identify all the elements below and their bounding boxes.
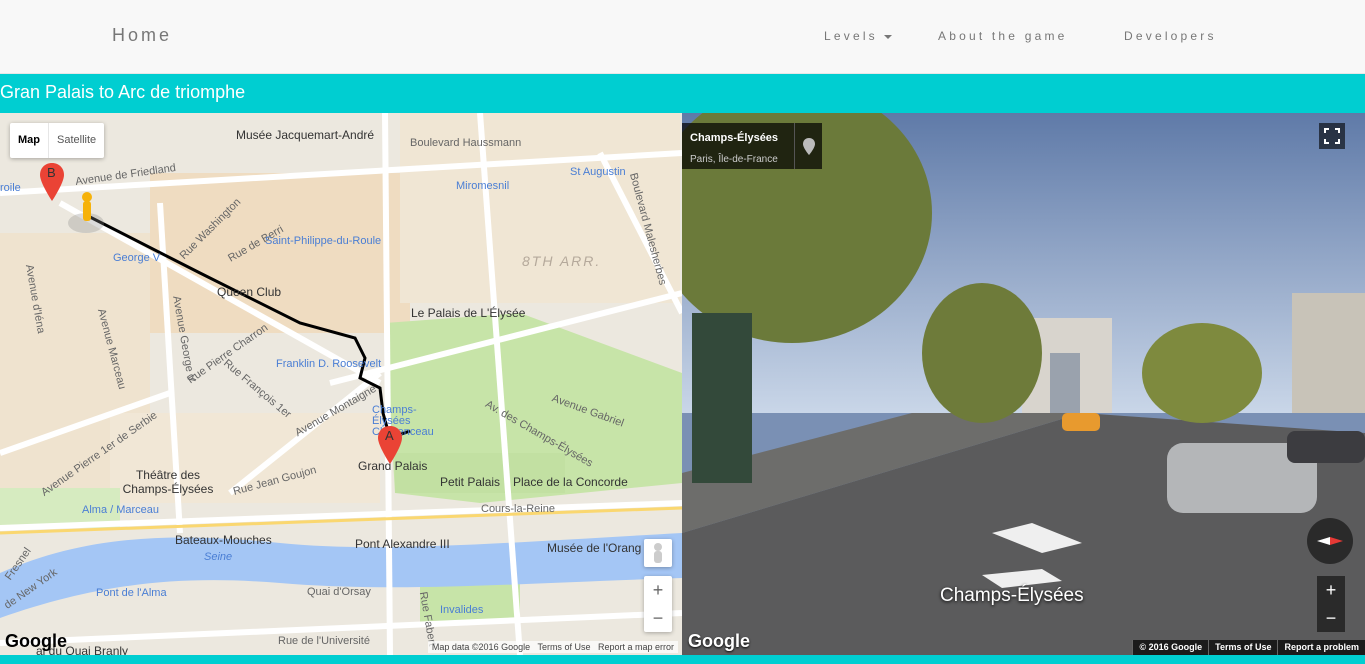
map-label: roile <box>0 182 21 194</box>
map-type-map[interactable]: Map <box>10 123 49 158</box>
pegman-control-icon <box>654 543 662 563</box>
map-label: Place de la Concorde <box>513 475 628 489</box>
map-label: Le Palais de L'Élysée <box>411 306 526 320</box>
level-title-bar: Gran Palais to Arc de triomphe <box>0 74 1365 113</box>
map-label: George V <box>113 252 161 264</box>
map-label: Théâtre des Champs-Élysées <box>122 468 214 496</box>
location-pin-icon[interactable] <box>794 123 822 169</box>
map-type-control: Map Satellite <box>10 123 105 158</box>
map-terms-link[interactable]: Terms of Use <box>537 642 590 652</box>
map-label: 8TH ARR. <box>522 253 602 269</box>
streetview-footer: © 2016 Google Terms of Use Report a prob… <box>1132 640 1365 655</box>
map-label: Invalides <box>440 604 484 616</box>
map-report-link[interactable]: Report a map error <box>598 642 674 652</box>
compass-icon[interactable] <box>1307 518 1353 564</box>
map-canvas <box>0 113 682 655</box>
google-logo: Google <box>5 631 67 651</box>
streetview-copyright: © 2016 Google <box>1132 640 1208 655</box>
map-label: Queen Club <box>217 285 282 299</box>
map-label: Seine <box>204 551 233 563</box>
streetview-place: Champs-Élysées <box>690 132 779 144</box>
streetview-panel[interactable]: Champs-Élysées Paris, Île-de-France Cham… <box>682 113 1365 655</box>
streetview-address-card: Champs-Élysées Paris, Île-de-France <box>682 123 822 169</box>
map-label: Quai d'Orsay <box>307 586 371 598</box>
map-type-satellite[interactable]: Satellite <box>49 123 104 158</box>
about-link[interactable]: About the game <box>938 29 1068 43</box>
map-label: Rue de l'Université <box>278 635 370 647</box>
map-label: Miromesnil <box>456 180 510 192</box>
map-label: Saint-Philippe-du-Roule <box>265 235 382 247</box>
levels-label: Levels <box>824 29 878 43</box>
levels-dropdown[interactable]: Levels <box>824 29 892 43</box>
marker-a-label: A <box>385 428 394 443</box>
map-label: Musée Jacquemart-André <box>236 128 375 142</box>
map-zoom-control: + − <box>644 576 672 632</box>
marker-b-label: B <box>47 165 56 180</box>
level-title: Gran Palais to Arc de triomphe <box>0 82 246 102</box>
map-label: Alma / Marceau <box>82 504 160 516</box>
streetview-terms-link[interactable]: Terms of Use <box>1208 640 1277 655</box>
bottom-bar <box>0 655 1365 664</box>
home-link[interactable]: Home <box>112 25 172 46</box>
map-zoom-in-button[interactable]: + <box>644 576 672 604</box>
google-logo: Google <box>688 631 750 651</box>
streetview-report-link[interactable]: Report a problem <box>1277 640 1365 655</box>
streetview-zoom-out-button[interactable]: − <box>1317 604 1345 632</box>
streetview-zoom-in-button[interactable]: + <box>1317 576 1345 604</box>
navbar: Home Levels About the game Developers <box>0 0 1365 74</box>
streetview-street-label: Champs-Élysées <box>940 585 1084 606</box>
map-panel[interactable]: Map Satellite Musée Jacquemart-André Bou… <box>0 113 682 655</box>
pegman-icon[interactable] <box>80 191 94 223</box>
streetview-image <box>682 113 1365 655</box>
streetview-region: Paris, Île-de-France <box>690 154 778 165</box>
map-label: Pont de l'Alma <box>96 587 167 599</box>
map-label: Bateaux-Mouches <box>175 533 272 547</box>
pegman-control[interactable] <box>644 539 672 567</box>
map-label: Franklin D. Roosevelt <box>276 358 382 370</box>
map-label: Boulevard Haussmann <box>410 137 522 149</box>
streetview-zoom-control: + − <box>1317 576 1345 632</box>
map-data-text: Map data ©2016 Google <box>431 642 531 652</box>
map-label: Pont Alexandre III <box>355 537 450 551</box>
developers-link[interactable]: Developers <box>1124 29 1217 43</box>
fullscreen-icon[interactable] <box>1319 123 1345 149</box>
map-label: Petit Palais <box>440 475 501 489</box>
map-label: Cours-la-Reine <box>481 503 555 515</box>
map-label: St Augustin <box>570 166 626 178</box>
caret-down-icon <box>883 34 892 39</box>
map-label: Musée de l'Orang <box>547 541 642 555</box>
map-zoom-out-button[interactable]: − <box>644 604 672 632</box>
map-footer: Map data ©2016 Google Terms of Use Repor… <box>427 641 678 653</box>
